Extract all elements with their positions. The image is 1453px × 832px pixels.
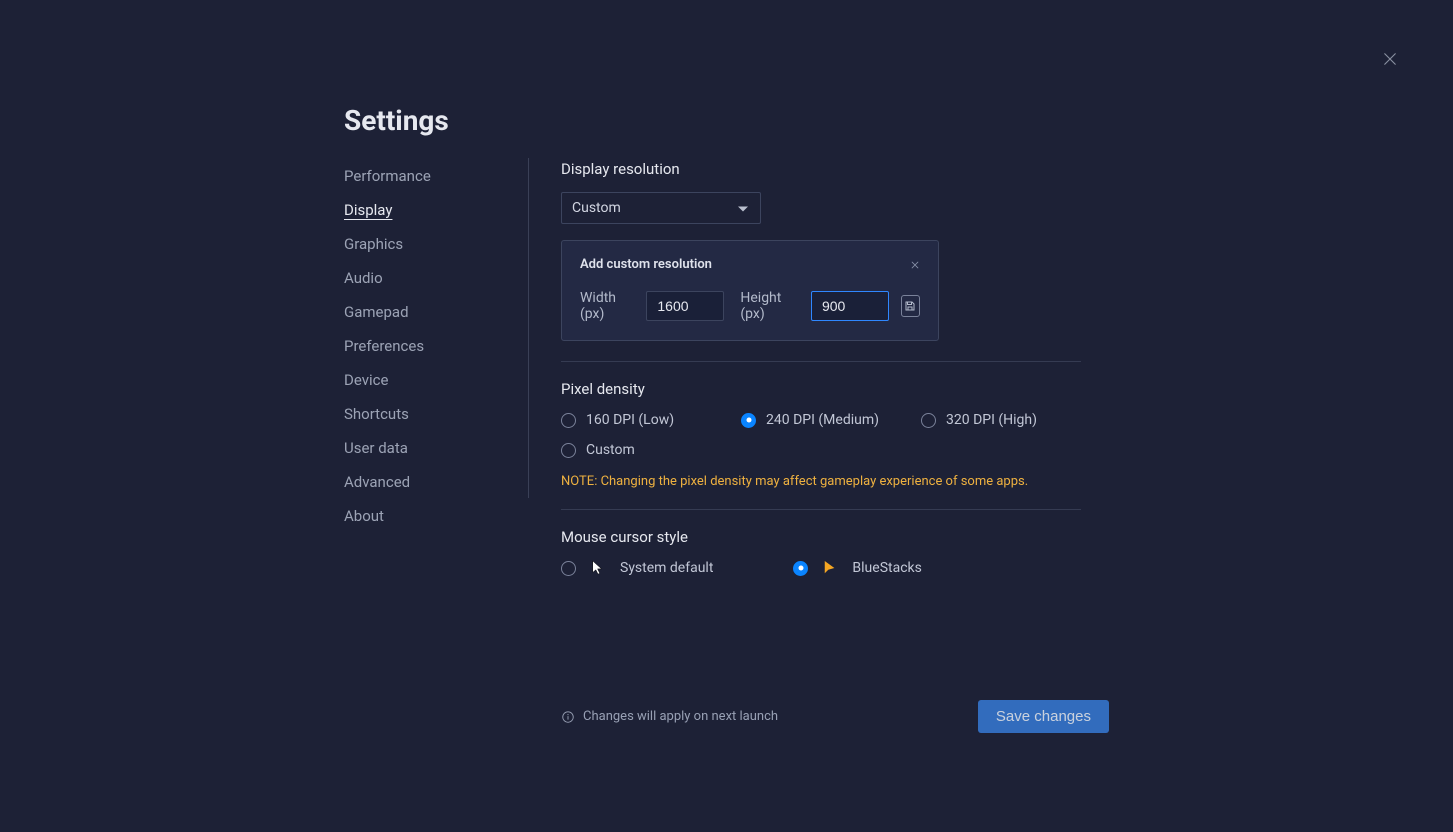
dpi-option-label: 320 DPI (High) xyxy=(946,412,1037,428)
resolution-select[interactable]: Custom xyxy=(561,192,761,224)
custom-resolution-close-button[interactable] xyxy=(910,255,922,267)
height-label: Height (px) xyxy=(740,290,799,322)
sidebar-item-advanced[interactable]: Advanced xyxy=(344,471,529,493)
sidebar-item-about[interactable]: About xyxy=(344,505,529,527)
display-resolution-heading: Display resolution xyxy=(561,160,1109,178)
sidebar-item-audio[interactable]: Audio xyxy=(344,267,529,289)
radio-icon xyxy=(921,413,936,428)
cursor-default-icon xyxy=(590,560,606,576)
settings-content: Display resolution Custom Add custom res… xyxy=(561,160,1109,576)
save-resolution-button[interactable] xyxy=(901,295,920,317)
pixel-density-options: 160 DPI (Low) 240 DPI (Medium) 320 DPI (… xyxy=(561,412,1109,458)
sidebar-item-performance[interactable]: Performance xyxy=(344,165,529,187)
sidebar-item-device[interactable]: Device xyxy=(344,369,529,391)
settings-sidebar: Performance Display Graphics Audio Gamep… xyxy=(344,165,529,527)
radio-icon xyxy=(561,413,576,428)
pixel-density-note: NOTE: Changing the pixel density may aff… xyxy=(561,474,1109,489)
sidebar-item-preferences[interactable]: Preferences xyxy=(344,335,529,357)
mouse-cursor-options: System default BlueStacks xyxy=(561,560,1109,576)
info-icon xyxy=(561,710,575,724)
close-icon xyxy=(910,260,920,270)
save-changes-button[interactable]: Save changes xyxy=(978,700,1109,733)
mouse-cursor-heading: Mouse cursor style xyxy=(561,528,1109,546)
footer-bar: Changes will apply on next launch Save c… xyxy=(561,700,1109,733)
page-title: Settings xyxy=(344,104,449,137)
close-icon xyxy=(1381,50,1399,68)
radio-icon xyxy=(561,561,576,576)
dpi-option-label: Custom xyxy=(586,442,635,458)
dpi-option-160[interactable]: 160 DPI (Low) xyxy=(561,412,741,428)
height-input[interactable] xyxy=(811,291,889,321)
custom-resolution-title: Add custom resolution xyxy=(580,257,920,272)
radio-icon xyxy=(561,443,576,458)
footer-notice-text: Changes will apply on next launch xyxy=(583,709,778,724)
sidebar-item-shortcuts[interactable]: Shortcuts xyxy=(344,403,529,425)
width-label: Width (px) xyxy=(580,290,634,322)
cursor-option-label: System default xyxy=(620,560,713,576)
cursor-bluestacks-icon xyxy=(822,560,838,576)
close-button[interactable] xyxy=(1381,50,1401,70)
dpi-option-custom[interactable]: Custom xyxy=(561,442,741,458)
dpi-option-320[interactable]: 320 DPI (High) xyxy=(921,412,1081,428)
sidebar-item-display[interactable]: Display xyxy=(344,199,529,221)
save-icon xyxy=(904,300,916,312)
dpi-option-label: 240 DPI (Medium) xyxy=(766,412,879,428)
radio-icon xyxy=(741,413,756,428)
pixel-density-heading: Pixel density xyxy=(561,380,1109,398)
footer-notice: Changes will apply on next launch xyxy=(561,709,778,724)
vertical-divider xyxy=(528,158,529,498)
custom-resolution-panel: Add custom resolution Width (px) Height … xyxy=(561,240,939,341)
cursor-option-bluestacks[interactable]: BlueStacks xyxy=(793,560,921,576)
radio-icon xyxy=(793,561,808,576)
section-divider xyxy=(561,509,1081,510)
cursor-option-label: BlueStacks xyxy=(852,560,921,576)
resolution-select-value: Custom xyxy=(572,200,621,216)
sidebar-item-graphics[interactable]: Graphics xyxy=(344,233,529,255)
section-divider xyxy=(561,361,1081,362)
dpi-option-240[interactable]: 240 DPI (Medium) xyxy=(741,412,921,428)
cursor-option-system-default[interactable]: System default xyxy=(561,560,713,576)
width-input[interactable] xyxy=(646,291,724,321)
dpi-option-label: 160 DPI (Low) xyxy=(586,412,674,428)
sidebar-item-gamepad[interactable]: Gamepad xyxy=(344,301,529,323)
sidebar-item-user-data[interactable]: User data xyxy=(344,437,529,459)
